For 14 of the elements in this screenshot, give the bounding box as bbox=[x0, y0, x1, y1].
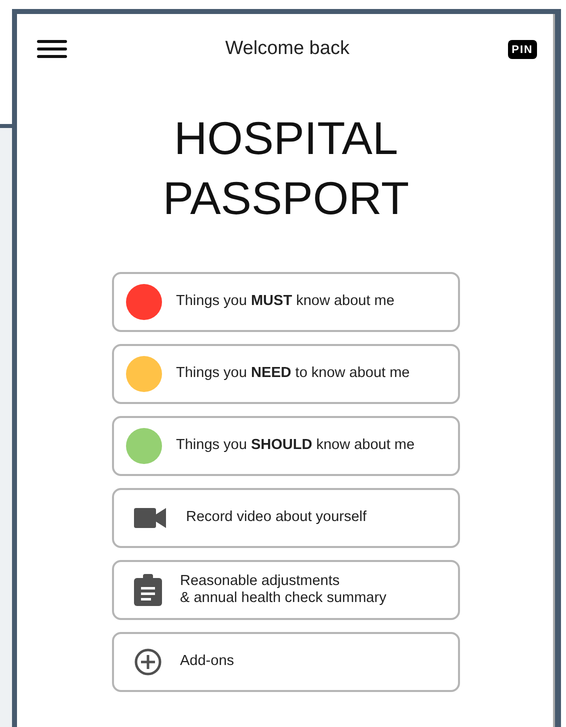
menu-card[interactable]: Add-ons bbox=[112, 632, 460, 692]
clipboard-icon bbox=[134, 574, 162, 606]
app-title: PASSPORT bbox=[162, 171, 410, 226]
menu-card[interactable]: Things you MUST know about me bbox=[112, 272, 460, 332]
menu-card[interactable]: Reasonable adjustments & annual health check summary bbox=[112, 560, 460, 620]
video-camera-icon bbox=[134, 506, 168, 530]
header-title: Welcome back bbox=[225, 38, 350, 60]
add-icon bbox=[134, 648, 162, 676]
menu-icon[interactable] bbox=[37, 39, 67, 59]
menu-card[interactable]: Things you SHOULD know about me bbox=[112, 416, 460, 476]
menu-card[interactable]: Record video about yourself bbox=[112, 488, 460, 548]
app-title: HOSPITAL bbox=[174, 111, 398, 166]
menu-card[interactable]: Things you NEED to know about me bbox=[112, 344, 460, 404]
pin-button[interactable]: PIN bbox=[508, 40, 537, 58]
